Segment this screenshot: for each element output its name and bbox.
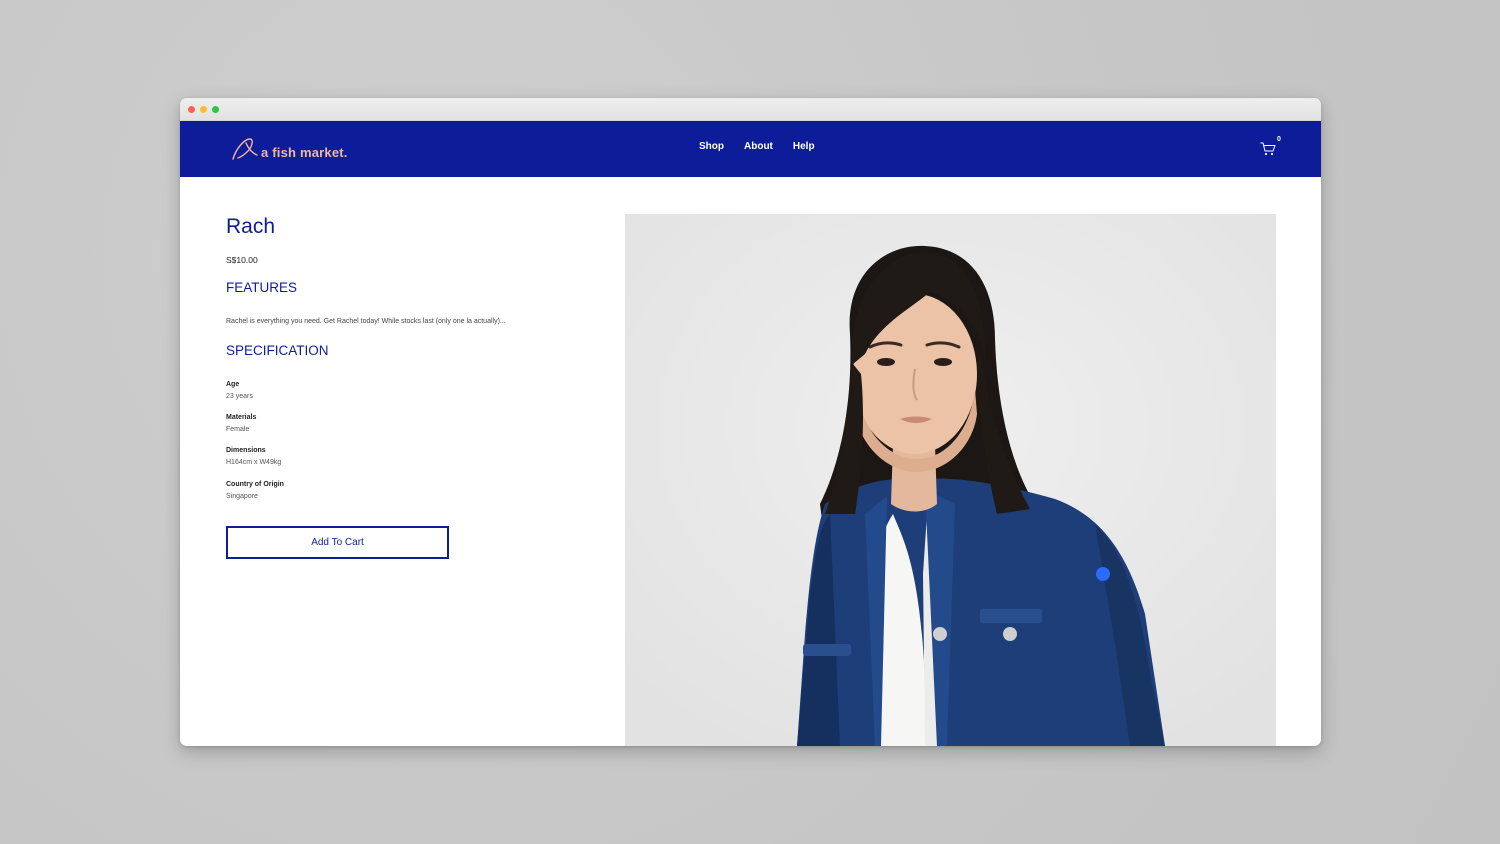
product-page: Rach S$10.00 FEATURES Rachel is everythi…	[180, 177, 1321, 746]
spec-age: Age 23 years	[226, 379, 526, 403]
cart-count-badge: 0	[1277, 136, 1281, 143]
shopping-cart-icon	[1260, 142, 1276, 156]
nav-help[interactable]: Help	[793, 141, 815, 152]
spec-materials: Materials Female	[226, 412, 526, 436]
features-heading: FEATURES	[226, 280, 298, 295]
spec-value: 23 years	[226, 393, 253, 400]
close-window-button[interactable]	[188, 106, 195, 113]
browser-window: a fish market. Shop About Help 0 Rach S$…	[180, 98, 1321, 746]
site-navbar: a fish market. Shop About Help 0	[180, 121, 1321, 177]
spec-value: Singapore	[226, 493, 258, 500]
specification-heading: SPECIFICATION	[226, 343, 329, 358]
spec-value: Female	[226, 426, 250, 433]
cart-button[interactable]: 0	[1258, 136, 1284, 162]
nav-shop[interactable]: Shop	[699, 141, 724, 152]
maximize-window-button[interactable]	[212, 106, 219, 113]
brand-logo[interactable]: a fish market.	[230, 135, 348, 163]
product-title: Rach	[226, 215, 276, 238]
product-description: Rachel is everything you need. Get Rache…	[226, 318, 506, 325]
minimize-window-button[interactable]	[200, 106, 207, 113]
spec-label: Materials	[226, 414, 257, 421]
fish-logo-icon	[232, 138, 258, 160]
product-photo	[625, 214, 1276, 746]
spec-dimensions: Dimensions H164cm x W49kg	[226, 445, 526, 469]
product-price: S$10.00	[226, 255, 258, 265]
spec-label: Age	[226, 381, 240, 388]
nav-about[interactable]: About	[744, 141, 773, 152]
spec-label: Country of Origin	[226, 481, 284, 488]
main-nav: Shop About Help	[699, 141, 835, 152]
add-to-cart-button[interactable]: Add To Cart	[226, 526, 449, 559]
brand-name: a fish market.	[261, 144, 348, 160]
window-titlebar	[180, 98, 1321, 121]
spec-value: H164cm x W49kg	[226, 459, 282, 466]
spec-country: Country of Origin Singapore	[226, 479, 526, 503]
spec-label: Dimensions	[226, 447, 266, 454]
portrait-illustration	[625, 214, 1276, 746]
